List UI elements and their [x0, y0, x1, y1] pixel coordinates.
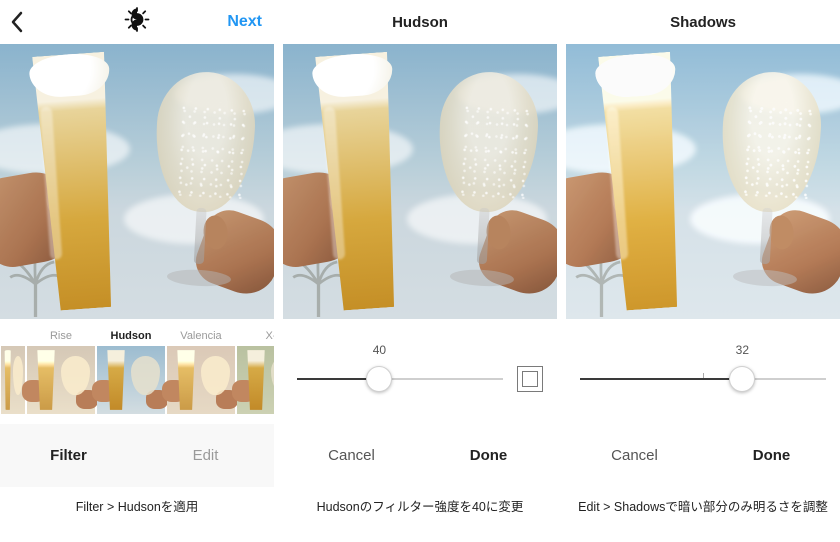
filter-label: Hudson — [111, 325, 152, 346]
filter-thumb-valencia[interactable]: Valencia — [166, 319, 236, 424]
tab-filter[interactable]: Filter — [0, 424, 137, 487]
filter-thumb-xpro[interactable]: X- — [236, 319, 274, 424]
chevron-left-icon — [10, 11, 24, 33]
screen: Next Rise Hudson Va — [0, 0, 274, 487]
screen-title: Hudson — [283, 14, 557, 31]
cancel-button[interactable]: Cancel — [566, 424, 703, 487]
topbar: Next — [0, 0, 274, 44]
screen-title: Shadows — [566, 14, 840, 31]
panel-caption: Hudsonのフィルター強度を40に変更 — [283, 487, 557, 542]
panel-shadows: Shadows 32 Cancel — [566, 0, 840, 542]
shadows-slider[interactable] — [580, 365, 826, 393]
panel-caption: Edit > Shadowsで暗い部分のみ明るさを調整 — [566, 487, 840, 542]
screen: Hudson 40 Cancel — [283, 0, 557, 487]
bottom-actions: Cancel Done — [283, 424, 557, 487]
filter-label: X- — [266, 325, 275, 346]
filter-strip[interactable]: Rise Hudson Valencia X- — [0, 319, 274, 424]
bottom-actions: Cancel Done — [566, 424, 840, 487]
frame-toggle[interactable] — [517, 366, 543, 392]
slider-knob[interactable] — [729, 366, 755, 392]
filter-label: Valencia — [180, 325, 221, 346]
panel-filter-select: Next Rise Hudson Va — [0, 0, 274, 542]
slider-area: 40 — [283, 319, 557, 424]
slider-value-label: 32 — [580, 343, 826, 359]
photo-preview — [566, 44, 840, 319]
panel-caption: Filter > Hudsonを適用 — [0, 487, 274, 542]
strength-slider[interactable] — [297, 365, 503, 393]
cancel-button[interactable]: Cancel — [283, 424, 420, 487]
done-button[interactable]: Done — [703, 424, 840, 487]
screen: Shadows 32 Cancel — [566, 0, 840, 487]
filter-label: Rise — [50, 325, 72, 346]
slider-value-label: 40 — [297, 343, 543, 359]
filter-thumb-hudson[interactable]: Hudson — [96, 319, 166, 424]
topbar: Shadows — [566, 0, 840, 44]
topbar: Hudson — [283, 0, 557, 44]
back-button[interactable] — [10, 0, 24, 44]
tab-edit[interactable]: Edit — [137, 424, 274, 487]
contrast-sun-icon[interactable] — [124, 7, 150, 38]
filter-thumb-rise[interactable]: Rise — [26, 319, 96, 424]
slider-knob[interactable] — [366, 366, 392, 392]
slider-area: 32 — [566, 319, 840, 424]
next-button[interactable]: Next — [227, 0, 262, 44]
bottom-tabbar: Filter Edit — [0, 424, 274, 487]
photo-preview — [283, 44, 557, 319]
done-button[interactable]: Done — [420, 424, 557, 487]
sun-icon — [124, 7, 150, 33]
photo-preview — [0, 44, 274, 319]
panel-filter-strength: Hudson 40 Cancel — [283, 0, 557, 542]
filter-thumb-prev[interactable] — [0, 319, 26, 424]
